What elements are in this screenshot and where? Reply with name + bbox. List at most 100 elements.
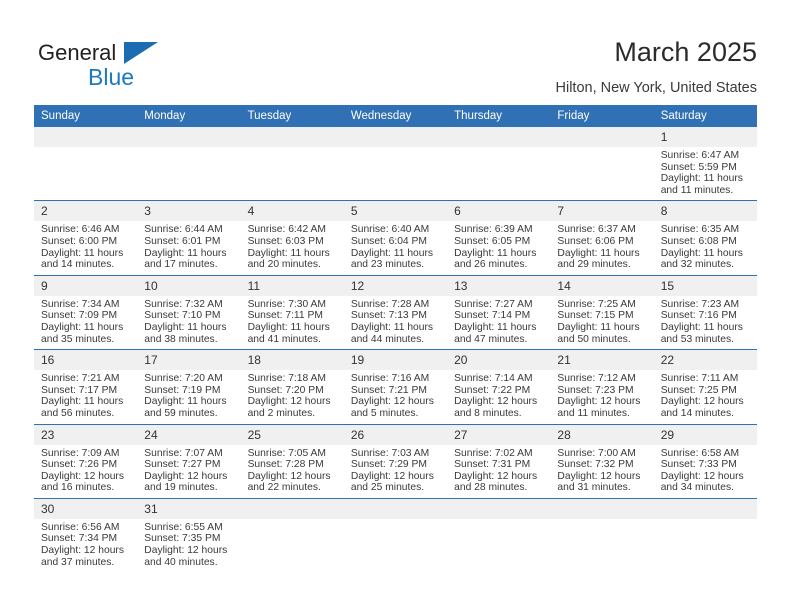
sunset-text: Sunset: 7:11 PM [247, 310, 323, 322]
calendar-day-cell[interactable]: 28 Sunrise: 7:00 AM Sunset: 7:32 PM Dayligh… [550, 424, 654, 499]
daylight-text-cont: and 16 minutes. [41, 482, 115, 494]
daylight-text-cont: and 14 minutes. [41, 259, 115, 271]
day-details: Sunrise: 7:27 AM Sunset: 7:14 PM Daylight:… [447, 296, 550, 349]
calendar-day-cell[interactable]: 19 Sunrise: 7:16 AM Sunset: 7:21 PM Dayligh… [343, 349, 448, 425]
calendar-day-cell[interactable]: 22 Sunrise: 7:11 AM Sunset: 7:25 PM Dayligh… [653, 349, 757, 425]
day-number [34, 127, 138, 147]
sunset-text: Sunset: 7:26 PM [41, 459, 118, 471]
sunset-text: Sunset: 7:10 PM [144, 310, 221, 322]
calendar-body: 1 Sunrise: 6:47 AM Sunset: 5:59 PM Daylight… [34, 127, 757, 572]
day-details: Sunrise: 7:34 AM Sunset: 7:09 PM Daylight:… [34, 296, 137, 349]
daylight-text-cont: and 53 minutes. [660, 333, 734, 345]
calendar-day-cell[interactable]: 9 Sunrise: 7:34 AM Sunset: 7:09 PM Daylight… [34, 275, 138, 351]
day-number: 4 [240, 201, 344, 222]
daylight-text: Daylight: 12 hours [557, 396, 641, 408]
calendar-day-cell[interactable]: 29 Sunrise: 6:58 AM Sunset: 7:33 PM Dayligh… [653, 424, 757, 499]
calendar-day-cell[interactable]: 7 Sunrise: 6:37 AM Sunset: 6:06 PM Daylight… [550, 200, 654, 276]
day-details: Sunrise: 6:35 AM Sunset: 6:08 PM Daylight:… [654, 221, 757, 274]
calendar-day-cell[interactable]: 12 Sunrise: 7:28 AM Sunset: 7:13 PM Dayligh… [343, 275, 448, 351]
daylight-text-cont: and 34 minutes. [660, 482, 734, 494]
calendar-day-cell[interactable]: 8 Sunrise: 6:35 AM Sunset: 6:08 PM Daylight… [653, 200, 757, 276]
general-blue-logo[interactable]: General Blue [38, 40, 248, 92]
daylight-text-cont: and 35 minutes. [41, 333, 115, 345]
daylight-text-cont: and 19 minutes. [144, 482, 218, 494]
day-details: Sunrise: 7:07 AM Sunset: 7:27 PM Daylight:… [137, 445, 240, 498]
daylight-text-cont: and 31 minutes. [557, 482, 631, 494]
sunset-text: Sunset: 7:14 PM [454, 310, 531, 322]
sunrise-text: Sunrise: 6:55 AM [144, 521, 223, 533]
triangle-icon [124, 42, 158, 64]
calendar-day-cell[interactable]: 5 Sunrise: 6:40 AM Sunset: 6:04 PM Daylight… [343, 200, 448, 276]
day-number: 24 [137, 424, 241, 445]
daylight-text: Daylight: 12 hours [144, 545, 228, 557]
calendar-day-cell[interactable]: 31 Sunrise: 6:55 AM Sunset: 7:35 PM Dayligh… [137, 498, 241, 572]
calendar-day-cell[interactable]: 30 Sunrise: 6:56 AM Sunset: 7:34 PM Dayligh… [34, 498, 138, 572]
daylight-text-cont: and 50 minutes. [557, 333, 631, 345]
calendar-day-cell[interactable]: 10 Sunrise: 7:32 AM Sunset: 7:10 PM Dayligh… [137, 275, 241, 351]
daylight-text: Daylight: 11 hours [41, 247, 124, 259]
sunrise-text: Sunrise: 6:56 AM [41, 521, 120, 533]
calendar-day-cell[interactable]: 2 Sunrise: 6:46 AM Sunset: 6:00 PM Daylight… [34, 200, 138, 276]
sunrise-text: Sunrise: 7:21 AM [41, 373, 120, 385]
sunrise-text: Sunrise: 7:03 AM [350, 447, 430, 459]
calendar-day-cell[interactable]: 24 Sunrise: 7:07 AM Sunset: 7:27 PM Dayligh… [137, 424, 241, 499]
daylight-text-cont: and 2 minutes. [247, 407, 316, 419]
day-number [343, 127, 448, 147]
sunset-text: Sunset: 7:13 PM [350, 310, 427, 322]
day-number: 11 [240, 275, 344, 296]
daylight-text: Daylight: 11 hours [247, 321, 330, 333]
calendar-day-cell[interactable]: 26 Sunrise: 7:03 AM Sunset: 7:29 PM Dayligh… [343, 424, 448, 499]
weekday-header-monday: Monday [137, 105, 241, 127]
daylight-text-cont: and 41 minutes. [247, 333, 321, 345]
day-number [343, 498, 448, 519]
sunrise-text: Sunrise: 7:32 AM [144, 298, 223, 310]
calendar-week-row: 2 Sunrise: 6:46 AM Sunset: 6:00 PM Daylight… [34, 200, 757, 276]
daylight-text: Daylight: 11 hours [454, 321, 537, 333]
calendar-day-cell[interactable]: 4 Sunrise: 6:42 AM Sunset: 6:03 PM Daylight… [240, 200, 344, 276]
calendar-day-cell[interactable]: 6 Sunrise: 6:39 AM Sunset: 6:05 PM Daylight… [447, 200, 551, 276]
calendar-day-cell[interactable]: 14 Sunrise: 7:25 AM Sunset: 7:15 PM Dayligh… [550, 275, 654, 351]
daylight-text-cont: and 11 minutes. [660, 184, 734, 196]
calendar-week-row: 16 Sunrise: 7:21 AM Sunset: 7:17 PM Dayligh… [34, 349, 757, 425]
day-details: Sunrise: 7:25 AM Sunset: 7:15 PM Daylight:… [550, 296, 653, 349]
daylight-text: Daylight: 12 hours [144, 470, 228, 482]
calendar-day-cell[interactable]: 15 Sunrise: 7:23 AM Sunset: 7:16 PM Dayligh… [653, 275, 757, 351]
calendar-day-cell[interactable]: 1 Sunrise: 6:47 AM Sunset: 5:59 PM Daylight… [653, 127, 757, 202]
calendar-day-cell[interactable]: 23 Sunrise: 7:09 AM Sunset: 7:26 PM Dayligh… [34, 424, 138, 499]
sunrise-text: Sunrise: 7:14 AM [454, 373, 533, 385]
sunrise-text: Sunrise: 7:12 AM [557, 373, 636, 385]
sunset-text: Sunset: 7:09 PM [41, 310, 118, 322]
calendar-cell-empty [137, 127, 241, 202]
calendar-day-cell[interactable]: 16 Sunrise: 7:21 AM Sunset: 7:17 PM Dayligh… [34, 349, 138, 425]
calendar-table: Sunday Monday Tuesday Wednesday Thursday… [34, 105, 757, 572]
daylight-text-cont: and 32 minutes. [660, 259, 734, 271]
weekday-header-wednesday: Wednesday [343, 105, 448, 127]
calendar-day-cell[interactable]: 13 Sunrise: 7:27 AM Sunset: 7:14 PM Dayligh… [447, 275, 551, 351]
sunset-text: Sunset: 6:01 PM [144, 235, 221, 247]
calendar-day-cell[interactable]: 21 Sunrise: 7:12 AM Sunset: 7:23 PM Dayligh… [550, 349, 654, 425]
calendar-day-cell[interactable]: 3 Sunrise: 6:44 AM Sunset: 6:01 PM Daylight… [137, 200, 241, 276]
calendar-day-cell[interactable]: 17 Sunrise: 7:20 AM Sunset: 7:19 PM Dayligh… [137, 349, 241, 425]
page-title: March 2025 [614, 37, 757, 67]
calendar-cell-empty [240, 127, 344, 202]
sunrise-text: Sunrise: 7:09 AM [41, 447, 120, 459]
sunrise-text: Sunrise: 6:40 AM [350, 224, 430, 236]
calendar-day-cell[interactable]: 18 Sunrise: 7:18 AM Sunset: 7:20 PM Dayligh… [240, 349, 344, 425]
daylight-text: Daylight: 11 hours [660, 247, 743, 259]
calendar-day-cell[interactable]: 11 Sunrise: 7:30 AM Sunset: 7:11 PM Dayligh… [240, 275, 344, 351]
sunset-text: Sunset: 7:17 PM [41, 384, 118, 396]
calendar-day-cell[interactable]: 25 Sunrise: 7:05 AM Sunset: 7:28 PM Dayligh… [240, 424, 344, 499]
day-details: Sunrise: 7:09 AM Sunset: 7:26 PM Daylight:… [34, 445, 137, 498]
daylight-text: Daylight: 11 hours [660, 173, 743, 185]
calendar-day-cell[interactable]: 27 Sunrise: 7:02 AM Sunset: 7:31 PM Dayligh… [447, 424, 551, 499]
sunset-text: Sunset: 7:31 PM [454, 459, 531, 471]
daylight-text: Daylight: 11 hours [144, 247, 227, 259]
calendar-cell-empty [343, 127, 448, 202]
calendar-day-cell[interactable]: 20 Sunrise: 7:14 AM Sunset: 7:22 PM Dayligh… [447, 349, 551, 425]
weekday-header-friday: Friday [550, 105, 654, 127]
day-number: 19 [343, 350, 448, 371]
logo-row-bottom: Blue [38, 64, 248, 90]
day-number: 15 [653, 275, 757, 296]
sunset-text: Sunset: 7:32 PM [557, 459, 634, 471]
day-number: 25 [240, 424, 344, 445]
